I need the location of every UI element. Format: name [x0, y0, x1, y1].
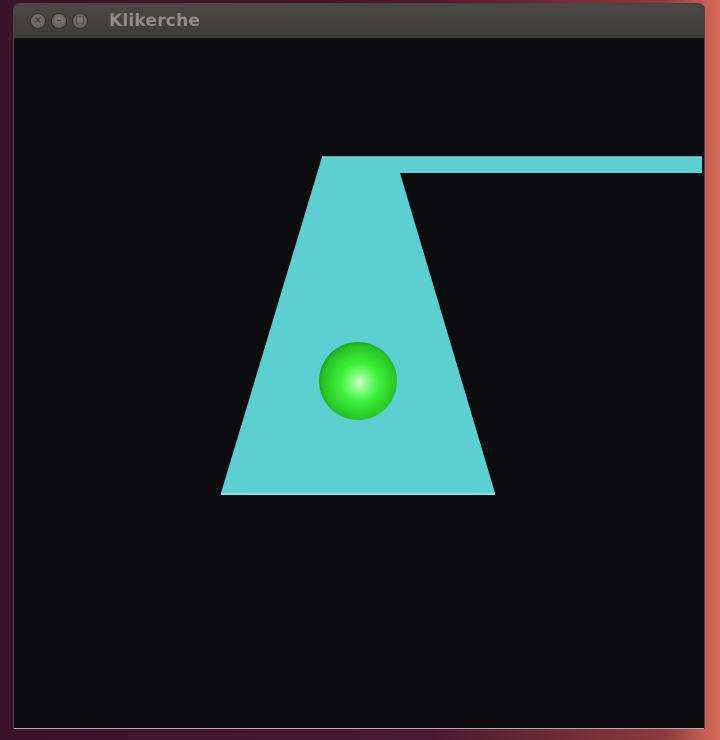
game-window: × – □ Klikerche [14, 4, 704, 728]
game-scene [221, 156, 702, 495]
close-icon[interactable]: × [30, 13, 46, 29]
minimize-icon[interactable]: – [51, 13, 67, 29]
window-titlebar[interactable]: × – □ Klikerche [14, 4, 704, 39]
window-bottom-border [14, 728, 704, 729]
game-viewport[interactable] [14, 39, 704, 728]
window-title: Klikerche [109, 11, 201, 31]
maximize-icon[interactable]: □ [72, 13, 88, 29]
ball[interactable] [319, 342, 397, 420]
platform-ramp [221, 157, 702, 493]
